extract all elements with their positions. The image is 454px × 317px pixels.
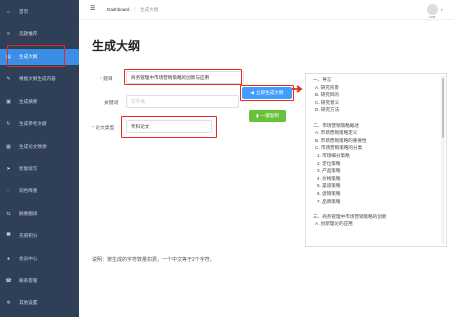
outline-line: 4. 价格策略 — [317, 175, 341, 181]
chevron-down-icon[interactable]: ▾ — [441, 8, 443, 12]
copy-icon: ▮ — [256, 113, 259, 118]
cart-icon: ▀ — [6, 232, 11, 239]
settings-icon: ✲ — [6, 299, 11, 306]
sidebar-item-label: 会员中心 — [19, 256, 38, 261]
outline-line: 1. 市场细分策略 — [317, 153, 350, 158]
outline-line: A. 创新理论的应用 — [315, 221, 353, 227]
copy-label: 一键复制 — [260, 113, 279, 118]
sidebar-item-13[interactable]: ✲ 其他设置 — [0, 295, 79, 311]
outline-line: A. 市场营销策略定义 — [315, 130, 358, 136]
list-icon: ≡ — [7, 30, 10, 37]
sidebar-item-label: 充值积分 — [19, 233, 38, 238]
outline-line: 二、市场营销策略概述 — [313, 122, 359, 128]
outline-line: B. 市场营销策略的重要性 — [315, 137, 367, 143]
sidebar-item-label: 润色降重 — [19, 188, 38, 193]
sidebar-item-10[interactable]: ▀ 充值积分 — [0, 228, 79, 244]
service-icon: ☎ — [5, 277, 12, 284]
outline-line: 2. 定位策略 — [317, 160, 341, 166]
outline-line: D. 研究方法 — [315, 107, 340, 113]
sidebar-item-label: 智能续写 — [19, 166, 38, 171]
sidebar-item-label: 首页 — [19, 9, 29, 14]
outline-line: 5. 渠道策略 — [317, 183, 341, 189]
sidebar-item-5[interactable]: ↻ 生成参考文献 — [0, 116, 79, 132]
sidebar-item-11[interactable]: ● 会员中心 — [0, 251, 79, 267]
sidebar-item-label: 联系客服 — [19, 278, 38, 283]
outline-line: 6. 促销策略 — [317, 191, 341, 196]
sidebar-item-label: 摘要翻译 — [19, 211, 38, 216]
sidebar-item-7[interactable]: ➤ 智能续写 — [0, 161, 79, 177]
outline-line: C. 研究意义 — [315, 99, 340, 105]
sidebar-item-label: 生成论文致谢 — [19, 144, 47, 149]
home-icon: ⌂ — [6, 8, 11, 15]
continue-icon: ➤ — [6, 165, 11, 172]
thanks-icon: ▦ — [6, 143, 11, 150]
reference-icon: ↻ — [6, 120, 11, 127]
summary-icon: ▣ — [6, 98, 11, 105]
sidebar-item-label: 根据大纲生成内容 — [19, 76, 56, 81]
keyword-label: 关键词 — [104, 101, 119, 106]
breadcrumb-home[interactable]: Dashboard — [107, 7, 129, 12]
sidebar-item-3[interactable]: ✎ 根据大纲生成内容 — [0, 71, 79, 87]
menu-toggle-icon[interactable]: ☰ — [90, 6, 96, 12]
user-icon: ● — [6, 255, 11, 262]
polish-icon: ◌ — [7, 187, 10, 194]
sidebar-item-9[interactable]: ⇆ 摘要翻译 — [0, 206, 79, 222]
topic-label: * 题目 — [100, 77, 113, 82]
copy-button[interactable]: ▮ 一键复制 — [249, 110, 286, 122]
sidebar-item-1[interactable]: ≡ 选题推荐 — [0, 26, 79, 42]
outline-line: B. 研究目的 — [315, 92, 339, 98]
usage-note: 说明：按生成的字符数量扣费，一个中文等于2个字符。 — [92, 257, 215, 263]
outline-line: 三、商务管理中市场营销策略的创新 — [313, 213, 387, 219]
sidebar-item-4[interactable]: ▣ 生成摘要 — [0, 94, 79, 110]
outline-line: A. 研究背景 — [315, 84, 339, 90]
breadcrumb-separator: / — [134, 7, 136, 12]
highlight-box-generate — [240, 85, 294, 101]
sidebar-item-12[interactable]: ☎ 联系客服 — [0, 273, 79, 289]
page-title: 生成大纲 — [92, 39, 141, 53]
translate-icon: ⇆ — [6, 210, 11, 217]
sidebar-item-6[interactable]: ▦ 生成论文致谢 — [0, 139, 79, 155]
keyword-input[interactable]: 可不填 — [126, 95, 239, 108]
breadcrumb-current: 生成大纲 — [140, 7, 159, 12]
avatar[interactable] — [427, 4, 438, 15]
sidebar-item-label: 其他设置 — [19, 300, 38, 305]
highlight-box-type — [121, 116, 217, 138]
outline-line: C. 市场营销策略的分类 — [315, 145, 363, 151]
outline-textarea[interactable]: 一、导言 A. 研究背景 B. 研究目的 C. 研究意义 D. 研究方法二、市场营销策略… — [305, 73, 447, 247]
avatar-label: AUB — [428, 15, 436, 19]
sidebar-item-0[interactable]: ⌂ 首页 — [0, 4, 79, 20]
sidebar-item-8[interactable]: ◌ 润色降重 — [0, 183, 79, 199]
edit-icon: ✎ — [6, 75, 11, 82]
highlight-box-nav — [7, 45, 65, 67]
sidebar-item-label: 生成参考文献 — [19, 121, 47, 126]
sidebar-item-label: 生成摘要 — [19, 99, 38, 104]
outline-scrollbar-thumb[interactable] — [442, 78, 444, 138]
outline-line: 3. 产品策略 — [317, 168, 341, 174]
sidebar-item-label: 选题推荐 — [19, 31, 38, 36]
type-label: * 论文类型 — [92, 126, 115, 131]
outline-line: 一、导言 — [313, 77, 332, 82]
outline-line: 7. 品牌策略 — [317, 198, 341, 204]
highlight-box-topic — [124, 69, 242, 85]
